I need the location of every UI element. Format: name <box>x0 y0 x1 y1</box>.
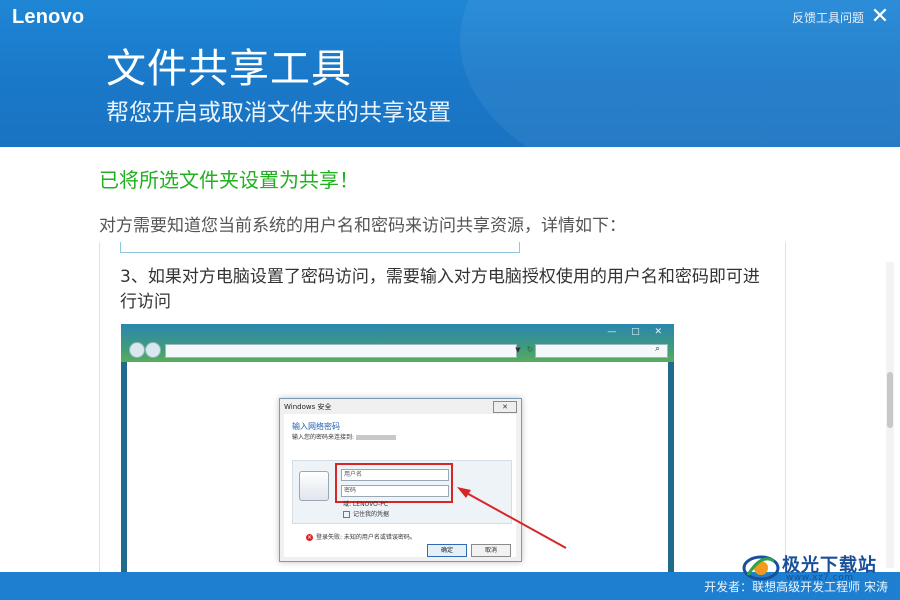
arrow-line <box>462 490 567 549</box>
red-arrow-annotation <box>457 487 567 549</box>
previous-step-image-edge <box>120 242 520 253</box>
app-subtitle: 帮您开启或取消文件夹的共享设置 <box>106 100 451 126</box>
scrollbar-thumb[interactable] <box>887 372 893 428</box>
lenovo-logo: Lenovo <box>12 6 85 28</box>
app-title: 文件共享工具 <box>106 46 352 92</box>
watermark-logo-icon <box>742 555 780 581</box>
watermark: 极光下载站 www.xz7.com <box>742 545 892 591</box>
example-screenshot: — □ ✕ ▼ ↻ ⌕ Windows 安全 ✕ 输入网络密码 输入您的密码来连… <box>121 324 674 572</box>
feedback-link[interactable]: 反馈工具问题 <box>792 9 864 26</box>
success-message: 已将所选文件夹设置为共享！ <box>99 168 359 192</box>
step-3-text: 3、如果对方电脑设置了密码访问，需要输入对方电脑授权使用的用户名和密码即可进行访… <box>120 267 760 312</box>
arrow-head <box>457 487 471 498</box>
close-icon[interactable]: ✕ <box>869 6 891 28</box>
description-text: 对方需要知道您当前系统的用户名和密码来访问共享资源，详情如下： <box>99 216 626 236</box>
app-header: Lenovo 反馈工具问题 ✕ 文件共享工具 帮您开启或取消文件夹的共享设置 <box>0 0 900 147</box>
watermark-url: www.xz7.com <box>786 573 854 583</box>
instructions-panel[interactable]: 3、如果对方电脑设置了密码访问，需要输入对方电脑授权使用的用户名和密码即可进行访… <box>99 242 786 572</box>
